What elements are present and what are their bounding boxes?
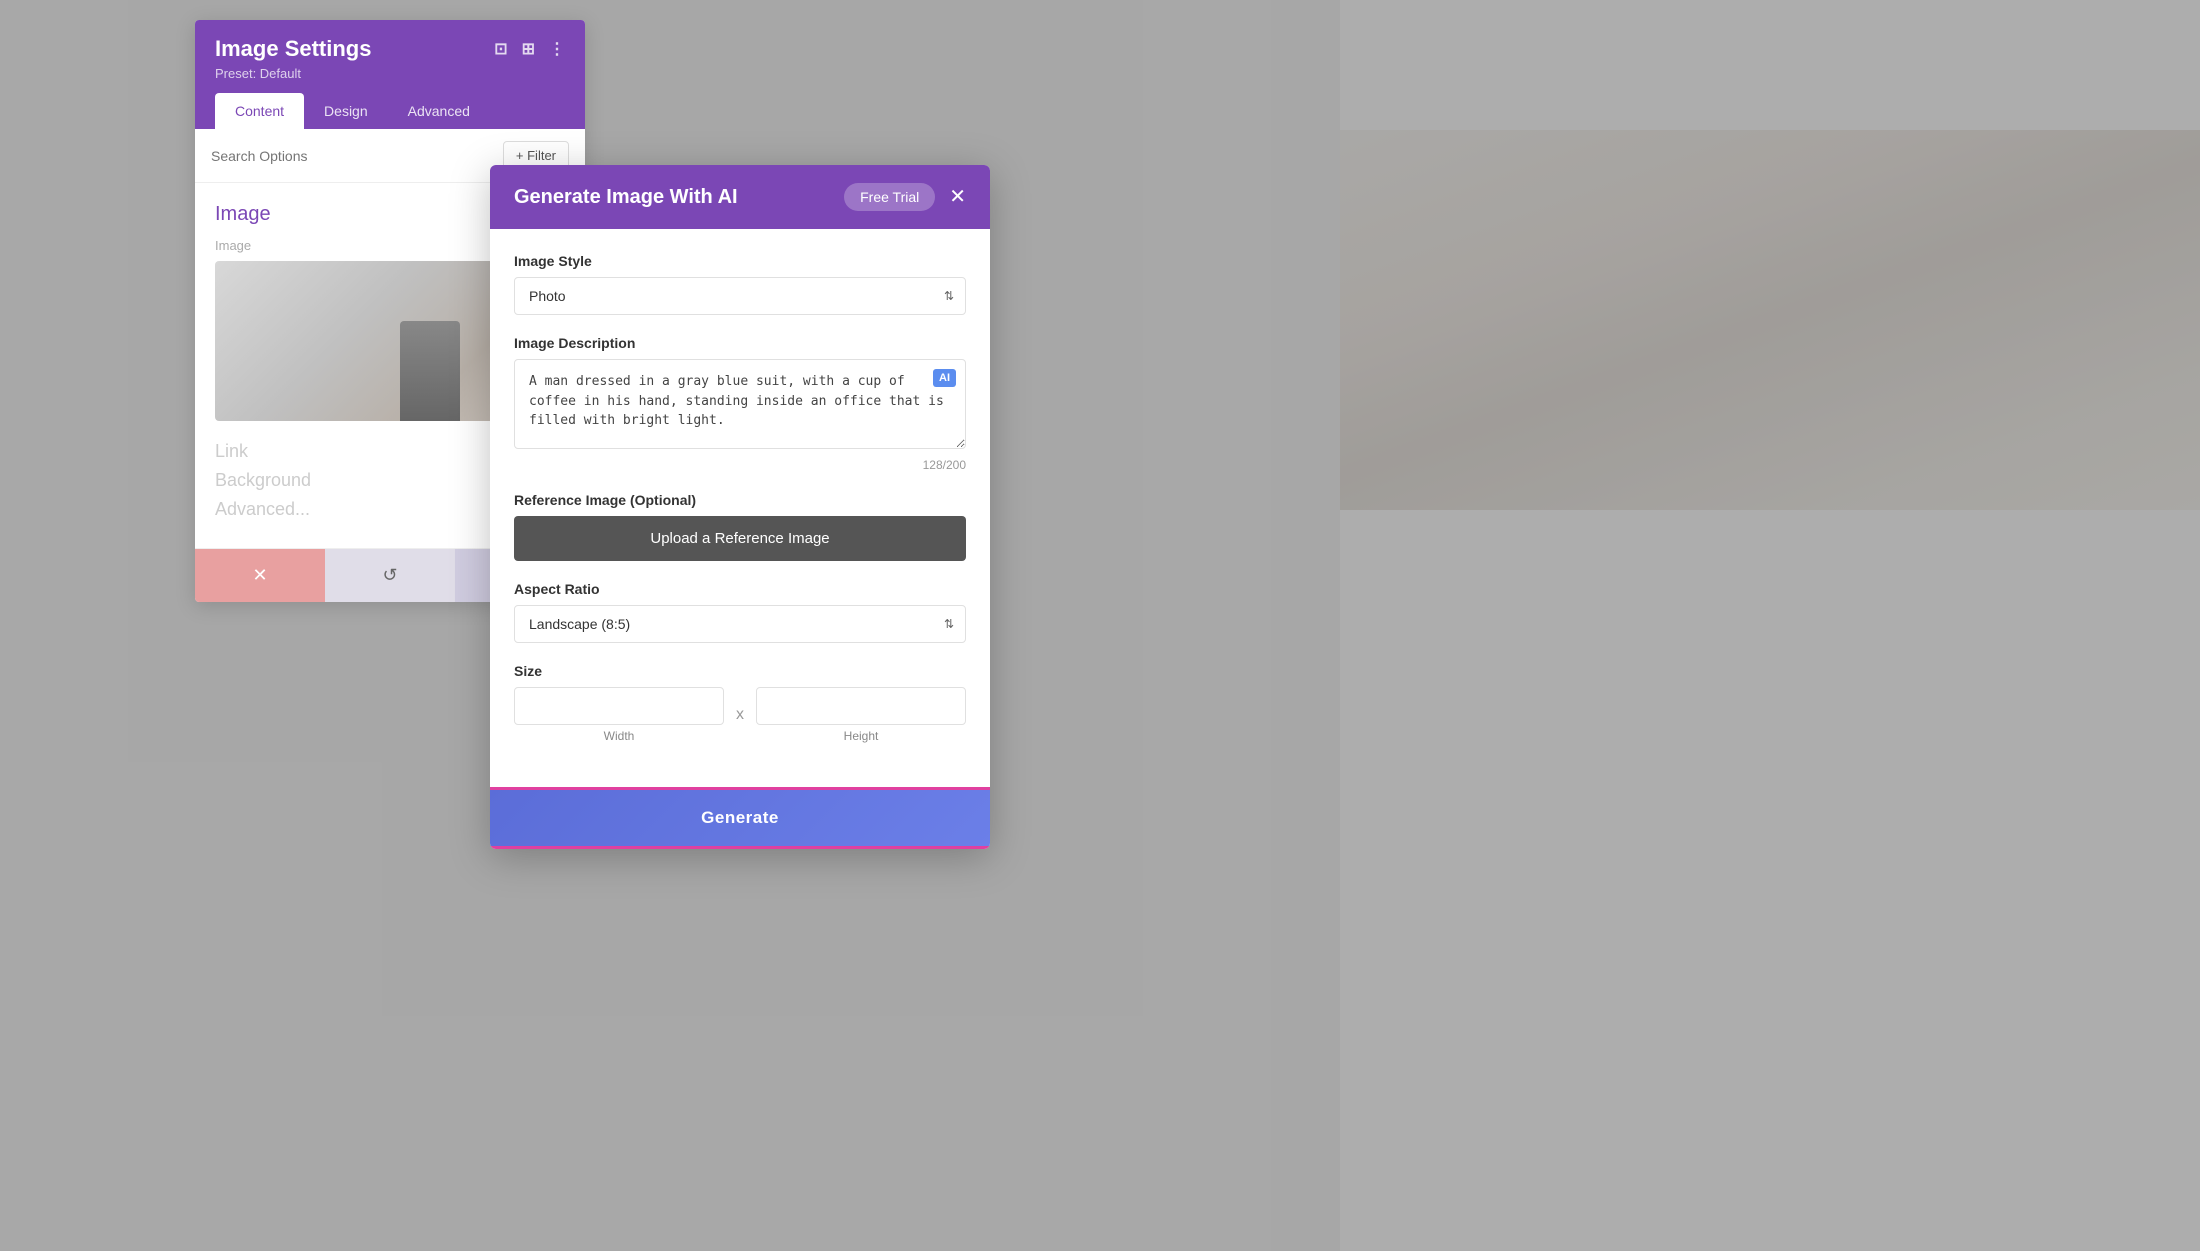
preview-person-silhouette [400,321,460,421]
panel-title-row: Image Settings ⊡ ⊞ ⋮ [215,36,565,62]
modal-header-right: Free Trial ✕ [844,183,966,211]
modal-header: Generate Image With AI Free Trial ✕ [490,165,990,229]
image-description-textarea[interactable]: A man dressed in a gray blue suit, with … [514,359,966,449]
width-group: 512 Width [514,687,724,743]
panel-header: Image Settings ⊡ ⊞ ⋮ Preset: Default Con… [195,20,585,129]
aspect-ratio-label: Aspect Ratio [514,581,966,597]
tab-design[interactable]: Design [304,93,388,129]
generate-btn-wrapper: Generate [490,787,990,849]
width-input[interactable]: 512 [514,687,724,725]
cancel-button[interactable]: ✕ [195,549,325,602]
modal-body: Image Style Photo Illustration Painting … [490,229,990,787]
image-description-wrapper: A man dressed in a gray blue suit, with … [514,359,966,454]
image-style-select[interactable]: Photo Illustration Painting 3D Render [514,277,966,315]
height-label: Height [756,729,966,743]
filter-label: + Filter [516,148,556,163]
panel-tabs: Content Design Advanced [215,93,565,129]
image-style-group: Image Style Photo Illustration Painting … [514,253,966,315]
size-separator: x [736,706,744,724]
aspect-ratio-select-wrapper: Landscape (8:5) Portrait (5:8) Square (1… [514,605,966,643]
search-input[interactable] [211,148,495,164]
modal-close-button[interactable]: ✕ [949,187,966,207]
aspect-ratio-group: Aspect Ratio Landscape (8:5) Portrait (5… [514,581,966,643]
generate-button[interactable]: Generate [490,790,990,846]
panel-title-icons: ⊡ ⊞ ⋮ [494,39,565,59]
height-group: 512 Height [756,687,966,743]
upload-reference-button[interactable]: Upload a Reference Image [514,516,966,561]
generate-image-modal: Generate Image With AI Free Trial ✕ Imag… [490,165,990,849]
image-style-label: Image Style [514,253,966,269]
image-description-label: Image Description [514,335,966,351]
modal-title: Generate Image With AI [514,186,738,209]
reference-image-group: Reference Image (Optional) Upload a Refe… [514,492,966,561]
tab-content[interactable]: Content [215,93,304,129]
aspect-ratio-select[interactable]: Landscape (8:5) Portrait (5:8) Square (1… [514,605,966,643]
ai-badge: AI [933,369,956,387]
height-input[interactable]: 512 [756,687,966,725]
panel-title-text: Image Settings [215,36,371,62]
tab-advanced[interactable]: Advanced [388,93,490,129]
size-label: Size [514,663,966,679]
panel-subtitle: Preset: Default [215,66,565,83]
width-label: Width [514,729,724,743]
more-icon[interactable]: ⋮ [549,39,565,59]
reference-image-label: Reference Image (Optional) [514,492,966,508]
image-description-group: Image Description A man dressed in a gra… [514,335,966,472]
free-trial-badge: Free Trial [844,183,935,211]
fullscreen-icon[interactable]: ⊡ [494,39,507,59]
size-row: 512 Width x 512 Height [514,687,966,743]
undo-button[interactable]: ↺ [325,549,455,602]
size-group: Size 512 Width x 512 Height [514,663,966,743]
columns-icon[interactable]: ⊞ [522,39,535,59]
char-count: 128/200 [514,458,966,472]
image-style-select-wrapper: Photo Illustration Painting 3D Render ⇅ [514,277,966,315]
